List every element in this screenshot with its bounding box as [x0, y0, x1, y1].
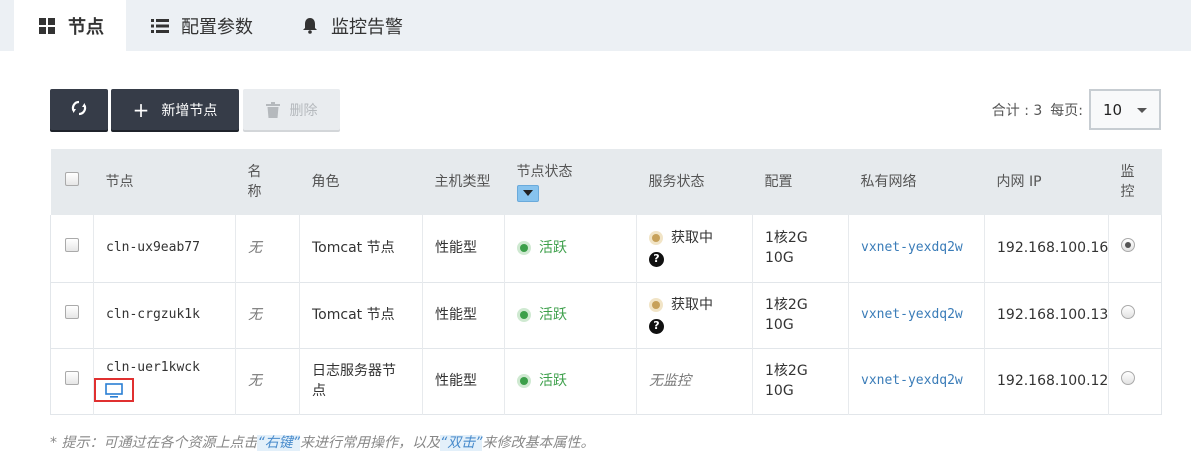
col-role[interactable]: 角色 — [300, 149, 423, 215]
private-ip: 192.168.100.16 — [984, 215, 1109, 282]
tab-config-params-label: 配置参数 — [181, 16, 253, 38]
select-all-checkbox[interactable] — [64, 172, 79, 186]
col-vxnet[interactable]: 私有网络 — [849, 149, 985, 215]
status-dot-icon — [517, 374, 531, 388]
node-name: 无 — [235, 282, 300, 348]
monitor-radio[interactable] — [1121, 305, 1135, 319]
host-type: 性能型 — [422, 215, 505, 282]
node-status: 活跃 — [504, 282, 637, 348]
help-icon[interactable]: ? — [649, 251, 664, 267]
right-click-highlight: “右键” — [257, 435, 300, 451]
vxnet-link[interactable]: vxnet-yexdq2w — [848, 215, 985, 282]
node-role: Tomcat 节点 — [299, 215, 423, 282]
col-node[interactable]: 节点 — [94, 149, 236, 215]
col-name[interactable]: 名称 — [236, 149, 300, 215]
tab-nodes-label: 节点 — [68, 16, 104, 38]
list-icon — [151, 17, 169, 35]
delete-button[interactable]: 删除 — [243, 89, 340, 130]
node-name: 无 — [235, 348, 300, 414]
table-row[interactable]: cln-crgzuk1k 无 Tomcat 节点 性能型 活跃 获取中 ? 1核… — [50, 282, 1162, 348]
vxnet-link[interactable]: vxnet-yexdq2w — [848, 348, 985, 414]
status-dot-icon — [649, 298, 663, 312]
node-cell: cln-uer1kwck — [93, 348, 236, 414]
nodes-table: 节点 名称 角色 主机类型 节点状态 服务状态 配置 私有网络 内网 IP 监控… — [50, 149, 1162, 415]
col-node-status[interactable]: 节点状态 — [505, 149, 637, 215]
col-service-status[interactable]: 服务状态 — [637, 149, 753, 215]
double-click-highlight: “双击” — [439, 435, 483, 451]
node-name: 无 — [235, 215, 300, 282]
node-status: 活跃 — [504, 348, 637, 414]
status-dot-icon — [649, 231, 663, 246]
status-dot-icon — [517, 308, 531, 322]
monitor-radio[interactable] — [1121, 238, 1135, 253]
col-monitor[interactable]: 监控 — [1109, 149, 1162, 215]
help-icon[interactable]: ? — [649, 318, 664, 334]
tab-bar: 节点 配置参数 监控告警 — [0, 0, 1191, 51]
add-node-label: 新增节点 — [161, 102, 218, 119]
hint-text: * 提示：可通过在各个资源上点击“右键”来进行常用操作，以及“双击”来修改基本属… — [50, 435, 595, 451]
tab-monitor-alerts[interactable]: 监控告警 — [301, 0, 403, 51]
trash-icon — [265, 101, 280, 118]
host-type: 性能型 — [422, 282, 505, 348]
service-status: 获取中 ? — [636, 215, 753, 282]
host-type: 性能型 — [422, 348, 505, 414]
refresh-button[interactable] — [50, 89, 108, 130]
pager: 合计 : 3 每页: 10 — [992, 89, 1161, 130]
table-row[interactable]: cln-uer1kwck 无 日志服务器节点 性能型 活跃 无监控 1核2G 1… — [50, 348, 1162, 414]
node-role: Tomcat 节点 — [299, 282, 423, 348]
caret-down-icon — [1137, 108, 1147, 113]
node-id[interactable]: cln-ux9eab77 — [93, 215, 236, 282]
row-checkbox[interactable] — [65, 371, 79, 385]
service-status: 无监控 — [636, 348, 753, 414]
vxnet-link[interactable]: vxnet-yexdq2w — [848, 282, 985, 348]
node-status: 活跃 — [504, 215, 637, 282]
node-role: 日志服务器节点 — [299, 348, 423, 414]
node-config: 1核2G 10G — [752, 215, 849, 282]
node-id[interactable]: cln-crgzuk1k — [93, 282, 236, 348]
monitor-radio[interactable] — [1121, 371, 1135, 385]
total-count: 合计 : 3 — [991, 102, 1043, 119]
plus-icon: + — [132, 97, 150, 122]
per-page-label: 每页: — [1050, 102, 1083, 119]
bell-icon — [301, 17, 319, 35]
add-node-button[interactable]: + 新增节点 — [111, 89, 239, 130]
caret-down-icon — [522, 190, 533, 196]
service-status: 获取中 ? — [636, 282, 753, 348]
table-header-row: 节点 名称 角色 主机类型 节点状态 服务状态 配置 私有网络 内网 IP 监控 — [50, 149, 1162, 215]
delete-label: 删除 — [289, 102, 318, 119]
private-ip: 192.168.100.12 — [984, 348, 1109, 414]
private-ip: 192.168.100.13 — [984, 282, 1109, 348]
monitor-console-icon[interactable] — [94, 378, 134, 403]
row-checkbox[interactable] — [65, 238, 79, 253]
tab-monitor-alerts-label: 监控告警 — [331, 16, 403, 38]
row-checkbox[interactable] — [65, 305, 79, 319]
refresh-icon — [71, 100, 87, 120]
node-config: 1核2G 10G — [752, 282, 849, 348]
col-host-type[interactable]: 主机类型 — [423, 149, 505, 215]
per-page-value: 10 — [1103, 100, 1123, 119]
status-dot-icon — [517, 241, 531, 256]
filter-dropdown-button[interactable] — [516, 184, 539, 202]
col-config[interactable]: 配置 — [753, 149, 849, 215]
tab-nodes[interactable]: 节点 — [14, 0, 126, 51]
node-config: 1核2G 10G — [752, 348, 849, 414]
node-id[interactable]: cln-uer1kwck — [106, 358, 223, 378]
table-row[interactable]: cln-ux9eab77 无 Tomcat 节点 性能型 活跃 获取中 ? 1核… — [50, 215, 1162, 282]
tab-config-params[interactable]: 配置参数 — [151, 0, 253, 51]
col-ip[interactable]: 内网 IP — [985, 149, 1109, 215]
per-page-select[interactable]: 10 — [1089, 89, 1161, 130]
grid-icon — [38, 17, 56, 35]
